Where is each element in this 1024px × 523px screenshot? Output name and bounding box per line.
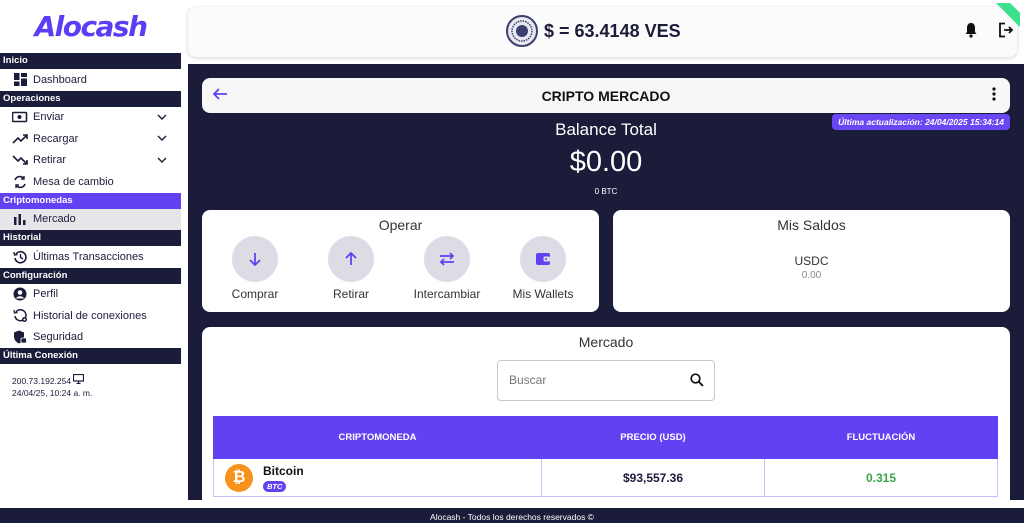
- arrow-up-icon: [328, 236, 374, 282]
- wallet-icon: [520, 236, 566, 282]
- last-connection-datetime: 24/04/25, 10:24 a. m.: [12, 388, 93, 398]
- topbar: $ = 63.4148 VES: [188, 3, 1020, 57]
- page-header: CRIPTO MERCADO: [202, 78, 1010, 113]
- sidebar-item-recargar[interactable]: Recargar: [0, 128, 181, 150]
- column-header-precio[interactable]: PRECIO (USD): [541, 416, 765, 459]
- intercambiar-button[interactable]: Intercambiar: [402, 236, 492, 301]
- sidebar-item-label: Dashboard: [33, 73, 87, 86]
- column-header-fluctuacion[interactable]: FLUCTUACIÓN: [764, 416, 998, 459]
- main-content: CRIPTO MERCADO Última actualización: 24/…: [188, 64, 1024, 500]
- sidebar-item-mercado[interactable]: Mercado: [0, 208, 181, 230]
- chevron-down-icon[interactable]: [157, 133, 167, 145]
- footer: Alocash - Todos los derechos reservados …: [0, 508, 1024, 523]
- exchange-rate-value: $ = 63.4148 VES: [544, 20, 681, 41]
- sidebar-item-label: Retirar: [33, 154, 67, 167]
- retirar-button[interactable]: Retirar: [306, 236, 396, 301]
- sidebar-item-label: Perfil: [33, 288, 59, 301]
- dashboard-icon: [12, 73, 28, 87]
- cell-fluctuation: 0.315: [764, 458, 998, 497]
- arrow-down-icon: [232, 236, 278, 282]
- section-configuracion: Configuración: [0, 267, 181, 284]
- logo[interactable]: Alocash: [0, 0, 181, 53]
- page-title: CRIPTO MERCADO: [541, 88, 671, 104]
- sidebar-item-historial-de-conexiones[interactable]: Historial de conexiones: [0, 305, 181, 327]
- trending-up-icon: [12, 132, 28, 146]
- operar-title: Operar: [378, 217, 423, 233]
- mercado-title: Mercado: [578, 334, 634, 350]
- intercambiar-label: Intercambiar: [413, 287, 481, 301]
- exchange-icon: [12, 175, 28, 189]
- table-row[interactable]: ₿ Bitcoin BTC $93,557.36 0.315: [213, 458, 998, 497]
- sidebar: Alocash Inicio Dashboard Operaciones Env…: [0, 0, 181, 508]
- section-historial: Historial: [0, 230, 181, 246]
- chevron-down-icon[interactable]: [157, 112, 167, 124]
- saldo-amount: 0.00: [801, 270, 822, 281]
- section-criptomonedas: Criptomonedas: [0, 192, 181, 209]
- status-ribbon: [990, 3, 1020, 33]
- sidebar-item-perfil[interactable]: Perfil: [0, 284, 181, 306]
- bcv-seal-icon: [506, 15, 538, 47]
- sidebar-item-label: Recargar: [33, 132, 79, 145]
- balance-title: Balance Total: [555, 120, 657, 139]
- retirar-label: Retirar: [332, 287, 369, 301]
- search-icon[interactable]: [690, 373, 704, 392]
- search-box[interactable]: [497, 360, 715, 401]
- user-icon: [12, 287, 28, 301]
- table-header-row: CRIPTOMONEDA PRECIO (USD) FLUCTUACIÓN: [213, 416, 998, 459]
- saldos-card: Mis Saldos USDC 0.00: [613, 210, 1010, 312]
- section-operaciones: Operaciones: [0, 90, 181, 107]
- bar-chart-icon: [12, 212, 28, 226]
- cell-price: $93,557.36: [541, 458, 765, 497]
- crypto-symbol-badge: BTC: [263, 480, 287, 492]
- exchange-rate: $ = 63.4148 VES: [506, 15, 681, 47]
- sidebar-item-ultimas-transacciones[interactable]: Últimas Transacciones: [0, 246, 181, 268]
- swap-icon: [424, 236, 470, 282]
- mis-wallets-label: Mis Wallets: [512, 287, 574, 301]
- sidebar-item-label: Seguridad: [33, 331, 84, 344]
- history-icon: [12, 250, 28, 264]
- search-input[interactable]: [509, 373, 669, 387]
- column-header-cripto[interactable]: CRIPTOMONEDA: [213, 416, 542, 459]
- sidebar-item-dashboard[interactable]: Dashboard: [0, 69, 181, 91]
- mercado-card: Mercado CRIPTOMONEDA PRECIO (USD) FLUCTU…: [202, 327, 1010, 500]
- last-connection-ip: 200.73.192.254: [12, 376, 72, 386]
- security-icon: [12, 330, 28, 344]
- sidebar-item-mesa-de-cambio[interactable]: Mesa de cambio: [0, 171, 181, 193]
- sidebar-item-label: Enviar: [33, 111, 65, 124]
- mis-wallets-button[interactable]: Mis Wallets: [498, 236, 588, 301]
- bell-icon[interactable]: [964, 22, 978, 43]
- saldo-currency: USDC: [794, 254, 829, 268]
- monitor-icon: [73, 373, 85, 386]
- crypto-name: Bitcoin: [263, 463, 304, 478]
- send-money-icon: [12, 110, 28, 124]
- bitcoin-icon: ₿: [225, 463, 253, 492]
- balance-btc: 0 BTC: [594, 187, 618, 196]
- market-table: CRIPTOMONEDA PRECIO (USD) FLUCTUACIÓN ₿ …: [213, 416, 998, 497]
- last-connection-info: 200.73.192.254 24/04/25, 10:24 a. m.: [0, 364, 181, 399]
- section-ultima-conexion: Última Conexión: [0, 348, 181, 364]
- sidebar-item-label: Historial de conexiones: [33, 309, 147, 322]
- sidebar-item-label: Últimas Transacciones: [33, 250, 144, 263]
- cell-crypto: ₿ Bitcoin BTC: [213, 458, 542, 497]
- section-inicio: Inicio: [0, 53, 181, 69]
- trending-down-icon: [12, 153, 28, 167]
- sidebar-item-seguridad[interactable]: Seguridad: [0, 327, 181, 349]
- sidebar-item-enviar[interactable]: Enviar: [0, 107, 181, 129]
- more-vertical-icon[interactable]: [992, 87, 996, 106]
- comprar-button[interactable]: Comprar: [210, 236, 300, 301]
- sidebar-item-retirar[interactable]: Retirar: [0, 150, 181, 172]
- connection-history-icon: [12, 309, 28, 323]
- sidebar-item-label: Mercado: [33, 213, 76, 226]
- chevron-down-icon[interactable]: [157, 155, 167, 167]
- operar-card: Operar Comprar Retirar Intercambiar Mis …: [202, 210, 599, 312]
- balance-amount: $0.00: [569, 146, 643, 178]
- sidebar-item-label: Mesa de cambio: [33, 175, 114, 188]
- saldos-title: Mis Saldos: [777, 217, 846, 233]
- comprar-label: Comprar: [231, 287, 279, 301]
